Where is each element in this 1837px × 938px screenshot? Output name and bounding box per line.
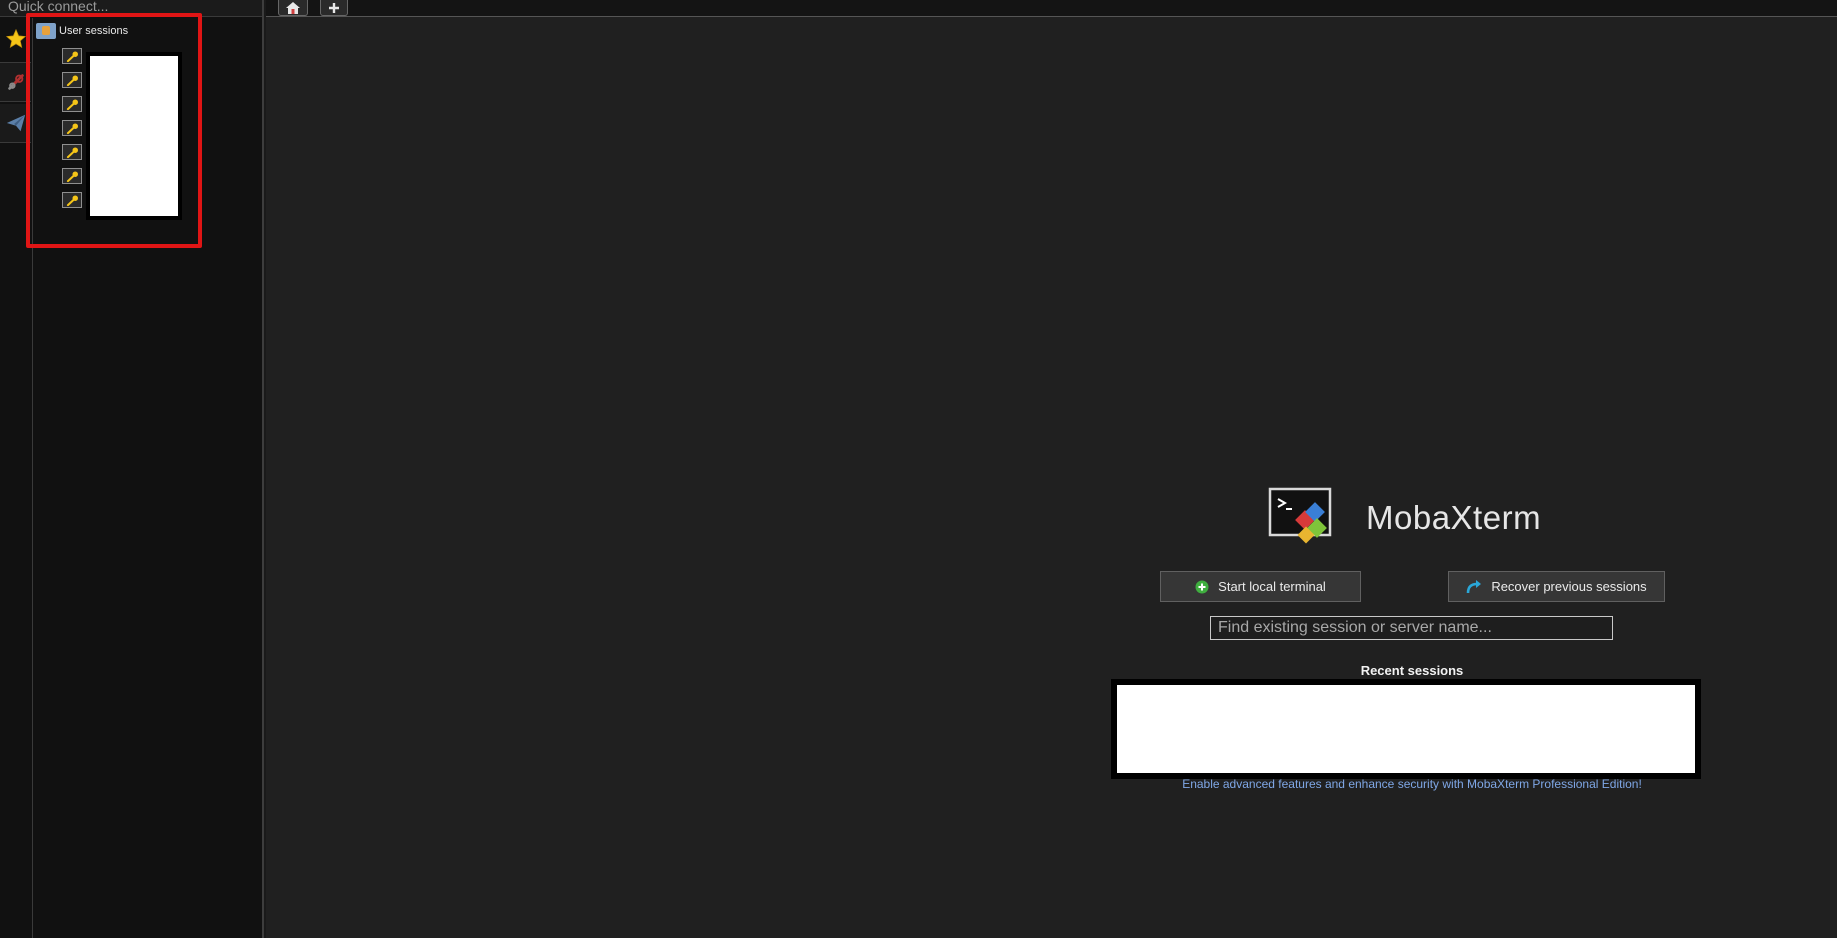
splitter-gap: [264, 0, 266, 938]
professional-edition-link[interactable]: Enable advanced features and enhance sec…: [1100, 777, 1724, 791]
paper-plane-icon: [6, 114, 25, 132]
star-icon: [5, 28, 26, 49]
start-local-terminal-label: Start local terminal: [1218, 579, 1326, 594]
recent-sessions-list: [1111, 679, 1701, 779]
plus-icon: [329, 2, 339, 13]
product-name: MobaXterm: [1366, 499, 1542, 536]
tab-home[interactable]: [278, 0, 308, 16]
logo-row: MobaXterm: [1268, 487, 1541, 549]
home-icon: [286, 1, 300, 14]
recover-previous-sessions-button[interactable]: Recover previous sessions: [1448, 571, 1665, 602]
mobaxterm-logo-icon: [1268, 487, 1332, 544]
home-panel: MobaXterm Start local terminal Recover p…: [1100, 480, 1720, 800]
tab-strip: [266, 0, 1837, 17]
left-panel: User sessions: [0, 0, 264, 938]
find-session-input[interactable]: [1210, 616, 1613, 640]
new-tab-button[interactable]: [320, 0, 348, 16]
recover-previous-sessions-label: Recover previous sessions: [1491, 579, 1647, 594]
recent-sessions-title: Recent sessions: [1360, 663, 1464, 678]
tools-icon: [7, 74, 24, 90]
highlight-box: [26, 13, 202, 248]
mobaxterm-window: User sessions: [0, 0, 1837, 938]
plus-circle-icon: [1195, 580, 1209, 593]
redo-arrow-icon: [1467, 579, 1482, 593]
start-local-terminal-button[interactable]: Start local terminal: [1160, 571, 1361, 602]
